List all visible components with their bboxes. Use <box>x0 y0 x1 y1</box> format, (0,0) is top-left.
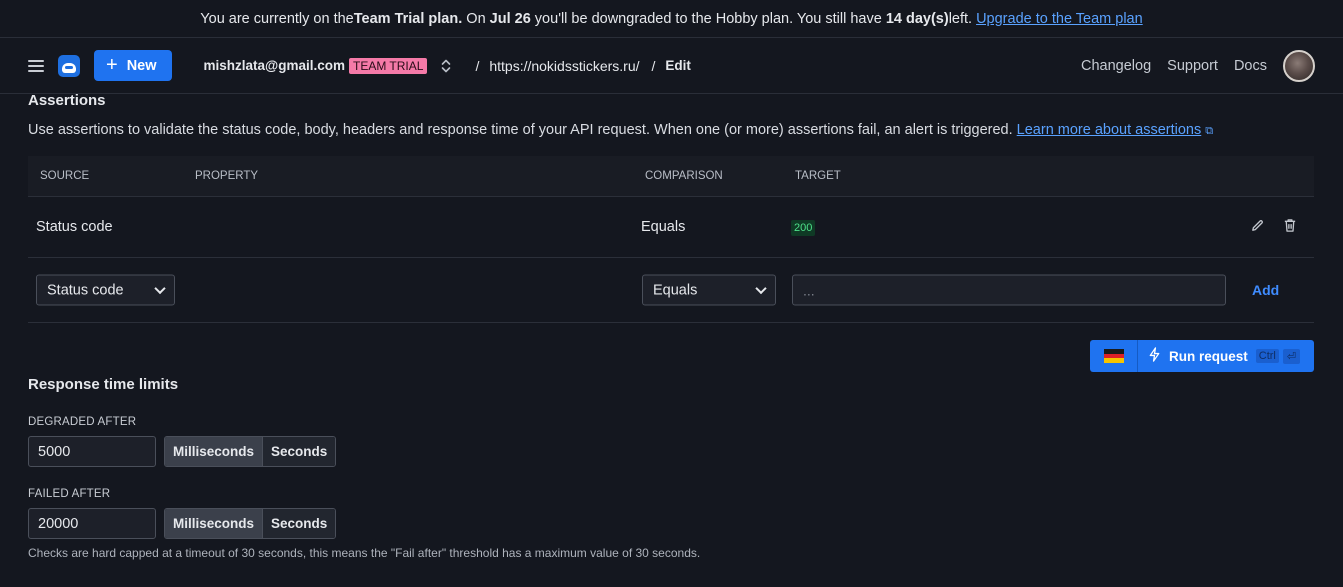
new-assertion-row: Status code Equals ... Add <box>28 258 1314 323</box>
new-button[interactable]: + New <box>94 50 172 81</box>
column-target: TARGET <box>795 170 841 182</box>
column-property: PROPERTY <box>195 170 259 182</box>
degraded-unit-seconds[interactable]: Seconds <box>262 437 336 466</box>
account-switcher[interactable]: mishzlata@gmail.com TEAM TRIAL <box>203 57 452 74</box>
target-input-placeholder: ... <box>803 282 815 298</box>
banner-plan: Team Trial plan. <box>353 10 463 27</box>
new-button-label: New <box>126 57 157 74</box>
chevron-up-down-icon[interactable] <box>441 59 451 73</box>
germany-flag-icon <box>1103 349 1124 364</box>
run-request-button[interactable]: Run request Ctrl ⏎ <box>1138 340 1314 372</box>
banner-text-2: On <box>462 10 490 27</box>
account-email: mishzlata@gmail.com <box>203 58 345 73</box>
upgrade-link[interactable]: Upgrade to the Team plan <box>976 11 1143 27</box>
chevron-down-icon <box>755 282 767 294</box>
status-badge: 200 <box>791 220 816 236</box>
support-link[interactable]: Support <box>1167 58 1218 74</box>
failed-after-label: FAILED AFTER <box>28 488 111 500</box>
assertions-description: Use assertions to validate the status co… <box>28 122 1213 138</box>
banner-text-1: You are currently on the <box>200 10 354 27</box>
bolt-icon <box>1148 347 1161 365</box>
external-link-icon: ⧉ <box>1205 125 1214 137</box>
failed-unit-toggle: Milliseconds Seconds <box>164 508 337 539</box>
degraded-after-value: 5000 <box>38 443 71 460</box>
banner-text-4: left. <box>948 10 973 27</box>
region-select-button[interactable] <box>1090 340 1138 372</box>
add-button[interactable]: Add <box>1252 282 1279 298</box>
run-request-label: Run request <box>1169 348 1248 364</box>
assertions-title: Assertions <box>28 92 106 109</box>
degraded-after-label: DEGRADED AFTER <box>28 416 137 428</box>
comparison-select-value: Equals <box>653 282 698 298</box>
breadcrumb-separator: / <box>651 57 656 74</box>
learn-more-link[interactable]: Learn more about assertions <box>1017 122 1202 138</box>
banner-date: Jul 26 <box>489 10 531 27</box>
app-logo-icon[interactable] <box>58 54 80 77</box>
row-target-cell: 200 <box>791 219 816 236</box>
failed-after-input[interactable]: 20000 <box>28 508 156 539</box>
failed-unit-milliseconds[interactable]: Milliseconds <box>165 509 263 538</box>
response-time-title: Response time limits <box>28 376 179 393</box>
run-request-group: Run request Ctrl ⏎ <box>1090 340 1314 372</box>
plan-banner: You are currently on the Team Trial plan… <box>0 0 1343 38</box>
breadcrumb-url[interactable]: https://nokidsstickers.ru/ <box>489 58 639 74</box>
breadcrumb-current: Edit <box>665 58 691 73</box>
avatar[interactable] <box>1283 49 1315 82</box>
plan-badge: TEAM TRIAL <box>348 57 428 74</box>
top-links: Changelog Support Docs <box>1081 58 1267 74</box>
trash-icon[interactable] <box>1283 218 1297 236</box>
docs-link[interactable]: Docs <box>1234 58 1267 74</box>
assertions-table: SOURCE PROPERTY COMPARISON TARGET Status… <box>28 156 1314 323</box>
edit-icon[interactable] <box>1250 218 1265 236</box>
timeout-hint: Checks are hard capped at a timeout of 3… <box>28 546 701 560</box>
failed-unit-seconds[interactable]: Seconds <box>262 509 336 538</box>
assertions-description-text: Use assertions to validate the status co… <box>28 122 1013 138</box>
plus-icon: + <box>106 53 118 76</box>
source-select-value: Status code <box>47 282 124 298</box>
breadcrumb-separator: / <box>475 57 480 74</box>
source-select[interactable]: Status code <box>36 274 175 306</box>
column-source: SOURCE <box>40 170 90 182</box>
table-row: Status code Equals 200 <box>28 197 1314 258</box>
degraded-unit-milliseconds[interactable]: Milliseconds <box>165 437 263 466</box>
menu-icon[interactable] <box>28 59 44 72</box>
row-source: Status code <box>36 219 113 235</box>
target-input[interactable]: ... <box>792 274 1226 306</box>
banner-text-3: you'll be downgraded to the Hobby plan. … <box>530 10 886 27</box>
changelog-link[interactable]: Changelog <box>1081 58 1151 74</box>
enter-key-icon: ⏎ <box>1282 348 1301 364</box>
top-navigation: + New mishzlata@gmail.com TEAM TRIAL / h… <box>0 38 1343 94</box>
table-header: SOURCE PROPERTY COMPARISON TARGET <box>28 156 1314 197</box>
failed-after-value: 20000 <box>38 515 79 532</box>
banner-days: 14 day(s) <box>885 10 949 27</box>
degraded-unit-toggle: Milliseconds Seconds <box>164 436 337 467</box>
comparison-select[interactable]: Equals <box>642 274 776 306</box>
ctrl-key: Ctrl <box>1255 349 1279 363</box>
degraded-after-input[interactable]: 5000 <box>28 436 156 467</box>
column-comparison: COMPARISON <box>645 170 723 182</box>
row-comparison: Equals <box>641 219 686 235</box>
chevron-down-icon <box>154 282 166 294</box>
